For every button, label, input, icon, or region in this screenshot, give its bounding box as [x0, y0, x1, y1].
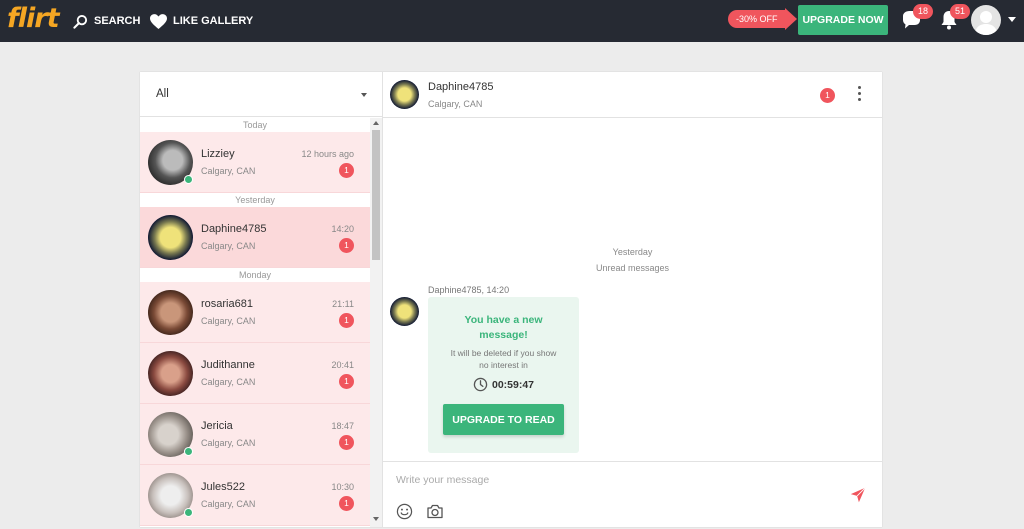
discount-label: -30% OFF [728, 10, 785, 28]
conversation-sidebar: All Today Lizziey Calgary, CAN 12 hours … [140, 72, 383, 527]
countdown-timer: 00:59:47 [428, 377, 579, 392]
notifications-button[interactable]: 51 [936, 4, 970, 34]
unread-messages-label: Unread messages [595, 263, 670, 273]
conversation-location: Calgary, CAN [201, 377, 256, 387]
chat-contact-name[interactable]: Daphine4785 [428, 81, 493, 93]
locked-message-subtitle-line2: no interest in [479, 360, 528, 370]
conversation-time: 10:30 [331, 482, 354, 492]
locked-message-subtitle: It will be deleted if you show no intere… [428, 347, 579, 371]
unread-badge: 1 [339, 496, 354, 511]
conversation-location: Calgary, CAN [201, 316, 256, 326]
conversation-name: Judithanne [201, 359, 255, 371]
unread-badge: 1 [339, 238, 354, 253]
conversation-location: Calgary, CAN [201, 166, 256, 176]
unread-badge: 1 [339, 374, 354, 389]
conversation-filter-select[interactable]: All [140, 72, 382, 117]
filter-selected-value: All [156, 88, 169, 100]
locked-message-title-line1: You have a new [464, 314, 543, 326]
conversation-time: 21:11 [332, 299, 354, 309]
camera-icon[interactable] [426, 503, 444, 520]
conversation-location: Calgary, CAN [201, 438, 256, 448]
conversation-item[interactable]: Jules522 Calgary, CAN 10:30 1 [140, 465, 370, 526]
conversation-location: Calgary, CAN [201, 241, 256, 251]
nav-like-gallery[interactable]: LIKE GALLERY [150, 0, 253, 42]
unread-badge: 1 [339, 313, 354, 328]
scroll-thumb[interactable] [372, 130, 380, 260]
chat-header: Daphine4785 Calgary, CAN 1 [383, 72, 882, 118]
message-input[interactable] [396, 470, 816, 490]
search-icon [73, 14, 88, 29]
conversation-name: Daphine4785 [201, 223, 267, 235]
countdown-value: 00:59:47 [491, 378, 535, 391]
conversation-name: Jericia [201, 420, 233, 432]
online-status-dot [184, 447, 193, 456]
online-status-dot [184, 508, 193, 517]
conversation-name: rosaria681 [201, 298, 253, 310]
conversation-name: Jules522 [201, 481, 246, 493]
conversation-item[interactable]: Lizziey Calgary, CAN 12 hours ago 1 [140, 132, 370, 193]
app-logo[interactable]: flirt [7, 3, 59, 34]
send-icon[interactable] [849, 486, 867, 504]
scroll-down-icon[interactable] [373, 517, 379, 521]
discount-badge: -30% OFF [728, 8, 797, 30]
conversation-scrollbar[interactable] [370, 118, 382, 527]
unread-badge: 1 [820, 88, 835, 103]
unread-badge: 1 [339, 163, 354, 178]
chevron-down-icon[interactable] [1008, 17, 1016, 22]
chat-pane: Daphine4785 Calgary, CAN 1 Yesterday Unr… [383, 72, 882, 527]
date-separator: Yesterday [612, 247, 653, 257]
avatar[interactable] [390, 80, 419, 109]
avatar [148, 351, 193, 396]
online-status-dot [184, 175, 193, 184]
day-separator: Yesterday [140, 193, 370, 207]
locked-message-card: You have a new message! It will be delet… [428, 297, 579, 453]
top-bar: flirt SEARCH LIKE GALLERY -30% OFF UPGRA… [0, 0, 1024, 42]
messages-count-badge: 18 [913, 4, 933, 19]
day-separator: Today [140, 118, 370, 132]
heart-icon [150, 13, 167, 29]
arrow-right-icon [784, 8, 797, 30]
clock-icon [473, 377, 488, 392]
day-separator: Monday [140, 268, 370, 282]
conversation-name: Lizziey [201, 148, 235, 160]
locked-message-title: You have a new message! [428, 313, 579, 343]
locked-message-title-line2: message! [479, 329, 528, 341]
message-meta: Daphine4785, 14:20 [428, 285, 510, 295]
conversation-item[interactable]: rosaria681 Calgary, CAN 21:11 1 [140, 282, 370, 343]
upgrade-now-button[interactable]: UPGRADE NOW [798, 5, 888, 35]
message-composer [383, 461, 882, 527]
nav-search[interactable]: SEARCH [73, 0, 140, 42]
locked-message-subtitle-line1: It will be deleted if you show [450, 348, 557, 358]
chat-contact-location: Calgary, CAN [428, 99, 483, 109]
conversation-time: 18:47 [331, 421, 354, 431]
notifications-count-badge: 51 [950, 4, 970, 19]
avatar [148, 290, 193, 335]
conversation-time: 14:20 [331, 224, 354, 234]
nav-search-label: SEARCH [94, 15, 141, 27]
unread-badge: 1 [339, 435, 354, 450]
conversation-time: 12 hours ago [301, 149, 354, 159]
messages-button[interactable]: 18 [899, 4, 933, 34]
conversation-list: Today Lizziey Calgary, CAN 12 hours ago … [140, 118, 370, 527]
more-options-icon[interactable] [853, 86, 865, 104]
avatar [148, 215, 193, 260]
conversation-location: Calgary, CAN [201, 499, 256, 509]
conversation-time: 20:41 [331, 360, 354, 370]
nav-like-gallery-label: LIKE GALLERY [173, 15, 254, 27]
user-silhouette-icon [975, 11, 997, 35]
user-avatar[interactable] [971, 5, 1001, 35]
scroll-up-icon[interactable] [373, 121, 379, 125]
upgrade-to-read-button[interactable]: UPGRADE TO READ [443, 404, 564, 435]
chevron-down-icon [361, 93, 367, 97]
conversation-item[interactable]: Daphine4785 Calgary, CAN 14:20 1 [140, 207, 370, 268]
conversation-item[interactable]: Jericia Calgary, CAN 18:47 1 [140, 404, 370, 465]
messages-panel: All Today Lizziey Calgary, CAN 12 hours … [140, 72, 882, 527]
emoji-icon[interactable] [396, 503, 413, 520]
avatar [390, 297, 419, 326]
conversation-item[interactable]: Judithanne Calgary, CAN 20:41 1 [140, 343, 370, 404]
